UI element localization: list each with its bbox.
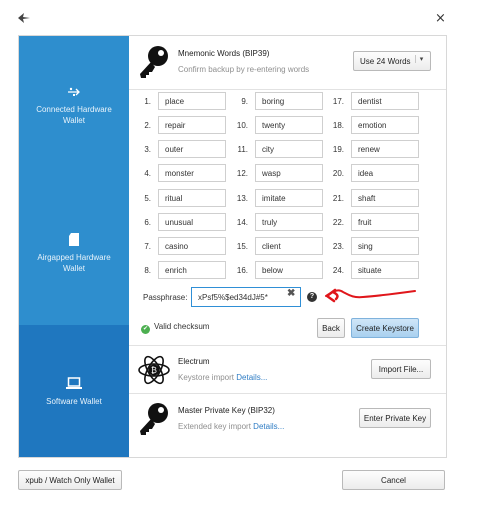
word-input[interactable]: place	[158, 92, 226, 110]
import-file-button[interactable]: Import File...	[371, 359, 431, 379]
xprv-details-link[interactable]: Details...	[253, 422, 284, 431]
word-number: 14.	[236, 218, 248, 227]
chevron-down-icon: ▾	[415, 55, 427, 63]
valid-checksum-label: Valid checksum	[154, 322, 210, 331]
word-number: 10.	[236, 121, 248, 130]
word-input[interactable]: below	[255, 261, 323, 279]
mnemonic-header: Mnemonic Words (BIP39) Confirm backup by…	[129, 36, 446, 90]
word-input[interactable]: truly	[255, 213, 323, 231]
electrum-details-link[interactable]: Details...	[236, 373, 267, 382]
clear-icon[interactable]: ✖	[287, 288, 295, 299]
word-input[interactable]: city	[255, 140, 323, 158]
valid-checksum-status: ✔ Valid checksum	[141, 322, 209, 334]
word-number: 23.	[332, 242, 344, 251]
word-input[interactable]: wasp	[255, 164, 323, 182]
xpub-watch-only-button[interactable]: xpub / Watch Only Wallet	[18, 470, 122, 490]
passphrase-label: Passphrase:	[143, 293, 188, 302]
word-number: 3.	[144, 145, 151, 154]
word-number: 17.	[332, 97, 344, 106]
word-input[interactable]: boring	[255, 92, 323, 110]
word-number: 24.	[332, 266, 344, 275]
word-input[interactable]: imitate	[255, 189, 323, 207]
word-input[interactable]: dentist	[351, 92, 419, 110]
word-input[interactable]: idea	[351, 164, 419, 182]
word-number: 1.	[144, 97, 151, 106]
word-number: 22.	[332, 218, 344, 227]
help-icon[interactable]: ?	[307, 292, 317, 302]
word-input[interactable]: sing	[351, 237, 419, 255]
word-number: 6.	[144, 218, 151, 227]
back-button[interactable]: Back	[317, 318, 345, 338]
passphrase-input[interactable]: xPsf5%$ed34dJ#5*	[191, 287, 301, 307]
word-input[interactable]: shaft	[351, 189, 419, 207]
word-input[interactable]: casino	[158, 237, 226, 255]
word-input[interactable]: monster	[158, 164, 226, 182]
section-divider	[129, 345, 446, 346]
word-number: 20.	[332, 169, 344, 178]
word-number: 7.	[144, 242, 151, 251]
keystore-content: Mnemonic Words (BIP39) Confirm backup by…	[129, 36, 446, 457]
sidebar-item-label: Software Wallet	[46, 397, 102, 406]
sidebar-item-connected-hardware[interactable]: Connected Hardware Wallet	[19, 86, 129, 126]
electrum-subtitle: Keystore import	[178, 373, 235, 382]
word-input[interactable]: outer	[158, 140, 226, 158]
word-input[interactable]: situate	[351, 261, 419, 279]
sidebar-item-label: Airgapped Hardware Wallet	[37, 253, 111, 273]
word-number: 21.	[332, 194, 344, 203]
word-number: 9.	[241, 97, 248, 106]
enter-private-key-button[interactable]: Enter Private Key	[359, 408, 431, 428]
laptop-icon	[66, 377, 82, 389]
cancel-button[interactable]: Cancel	[342, 470, 445, 490]
create-keystore-button[interactable]: Create Keystore	[351, 318, 419, 338]
word-number: 15.	[236, 242, 248, 251]
electrum-title: Electrum	[178, 357, 210, 366]
word-number: 8.	[144, 266, 151, 275]
word-input[interactable]: fruit	[351, 213, 419, 231]
mnemonic-subtitle: Confirm backup by re-entering words	[178, 65, 310, 74]
word-number: 4.	[144, 169, 151, 178]
usb-icon	[68, 87, 80, 96]
word-input[interactable]: ritual	[158, 189, 226, 207]
check-circle-icon: ✔	[141, 325, 150, 334]
section-divider	[129, 393, 446, 394]
word-number: 5.	[144, 194, 151, 203]
word-count-value: Use 24 Words	[360, 56, 411, 66]
sidebar: Connected Hardware Wallet Airgapped Hard…	[19, 36, 129, 457]
word-number: 12.	[236, 169, 248, 178]
mnemonic-title: Mnemonic Words (BIP39)	[178, 49, 270, 58]
word-number: 11.	[237, 145, 248, 154]
word-number: 18.	[332, 121, 344, 130]
word-number: 19.	[332, 145, 344, 154]
key-icon	[140, 46, 168, 78]
electrum-atom-icon: ₿	[138, 355, 170, 385]
keystore-dialog: Connected Hardware Wallet Airgapped Hard…	[18, 35, 447, 458]
word-count-select[interactable]: Use 24 Words ▾	[353, 51, 431, 71]
xprv-subtitle: Extended key import	[178, 422, 251, 431]
word-number: 16.	[236, 266, 248, 275]
sidebar-item-label: Connected Hardware Wallet	[36, 105, 112, 125]
sparrow-bird-icon	[18, 13, 30, 23]
word-input[interactable]: client	[255, 237, 323, 255]
red-arrow-annotation	[325, 288, 416, 303]
word-input[interactable]: twenty	[255, 116, 323, 134]
word-input[interactable]: emotion	[351, 116, 419, 134]
word-number: 2.	[144, 121, 151, 130]
word-input[interactable]: enrich	[158, 261, 226, 279]
word-number: 13.	[236, 194, 248, 203]
sd-card-icon	[69, 233, 79, 246]
key-icon	[140, 403, 168, 435]
word-input[interactable]: repair	[158, 116, 226, 134]
close-icon[interactable]: ×	[435, 11, 446, 26]
word-input[interactable]: unusual	[158, 213, 226, 231]
xprv-title: Master Private Key (BIP32)	[178, 406, 275, 415]
sidebar-item-airgapped-hardware[interactable]: Airgapped Hardware Wallet	[19, 233, 129, 274]
sidebar-item-software-wallet[interactable]: Software Wallet	[19, 325, 129, 457]
word-input[interactable]: renew	[351, 140, 419, 158]
svg-text:₿: ₿	[151, 366, 157, 375]
